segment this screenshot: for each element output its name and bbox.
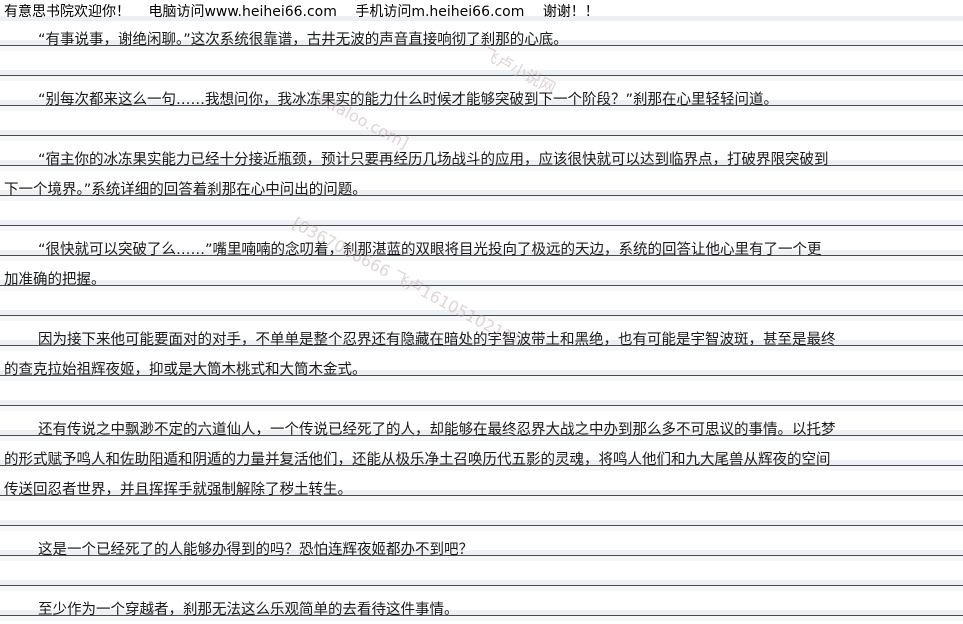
text-line: “别每次都来这么一句……我想问你，我冰冻果实的能力什么时候才能够突破到下一个阶段… (38, 92, 779, 108)
text-line: 至少作为一个穿越者，刹那无法这么乐观简单的去看待这件事情。 (38, 602, 459, 618)
text-line: “宿主你的冰冻果实能力已经十分接近瓶颈，预计只要再经历几场战斗的应用，应该很快就… (38, 152, 829, 168)
text-line: 这是一个已经死了的人能够办得到的吗？恐怕连辉夜姬都办不到吧？ (38, 542, 473, 558)
lined-page: 有意思书院欢迎你！ 电脑访问www.heihei66.com 手机访问m.hei… (0, 0, 963, 624)
text-line: 的查克拉始祖辉夜姬，抑或是大筒木桃式和大筒木金式。 (4, 362, 367, 378)
banner-welcome: 有意思书院欢迎你！ (4, 4, 130, 20)
text-line: 因为接下来他可能要面对的对手，不单单是整个忍界还有隐藏在暗处的宇智波带土和黑绝，… (38, 332, 836, 348)
text-line: 下一个境界。”系统详细的回答着刹那在心中问出的问题。 (4, 182, 367, 198)
text-line: 传送回忍者世界，并且挥挥手就强制解除了秽土转生。 (4, 482, 352, 498)
text-line: “有事说事，谢绝闲聊。”这次系统很靠谱，古井无波的声音直接响彻了刹那的心底。 (38, 32, 568, 48)
text-line (4, 51, 959, 81)
banner-thanks: 谢谢！！ (542, 4, 599, 20)
text-line (4, 381, 959, 411)
text-line (4, 111, 959, 141)
chapter-text: “有事说事，谢绝闲聊。”这次系统很靠谱，古井无波的声音直接响彻了刹那的心底。 “… (4, 21, 959, 621)
site-banner: 有意思书院欢迎你！ 电脑访问www.heihei66.com 手机访问m.hei… (4, 3, 613, 21)
text-line (4, 291, 959, 321)
text-line: 的形式赋予鸣人和佐助阳遁和阴遁的力量并复活他们，还能从极乐净土召唤历代五影的灵魂… (4, 452, 831, 468)
text-line: 加准确的把握。 (4, 272, 106, 288)
banner-pc-url[interactable]: 电脑访问www.heihei66.com (148, 4, 336, 20)
banner-mobile-url[interactable]: 手机访问m.heihei66.com (355, 4, 524, 20)
text-line: “很快就可以突破了么……”嘴里喃喃的念叨着，刹那湛蓝的双眼将目光投向了极远的天边… (38, 242, 822, 258)
text-line (4, 201, 959, 231)
text-line: 还有传说之中飘渺不定的六道仙人，一个传说已经死了的人，却能够在最终忍界大战之中办… (38, 422, 836, 438)
text-line (4, 561, 959, 591)
text-line (4, 501, 959, 531)
